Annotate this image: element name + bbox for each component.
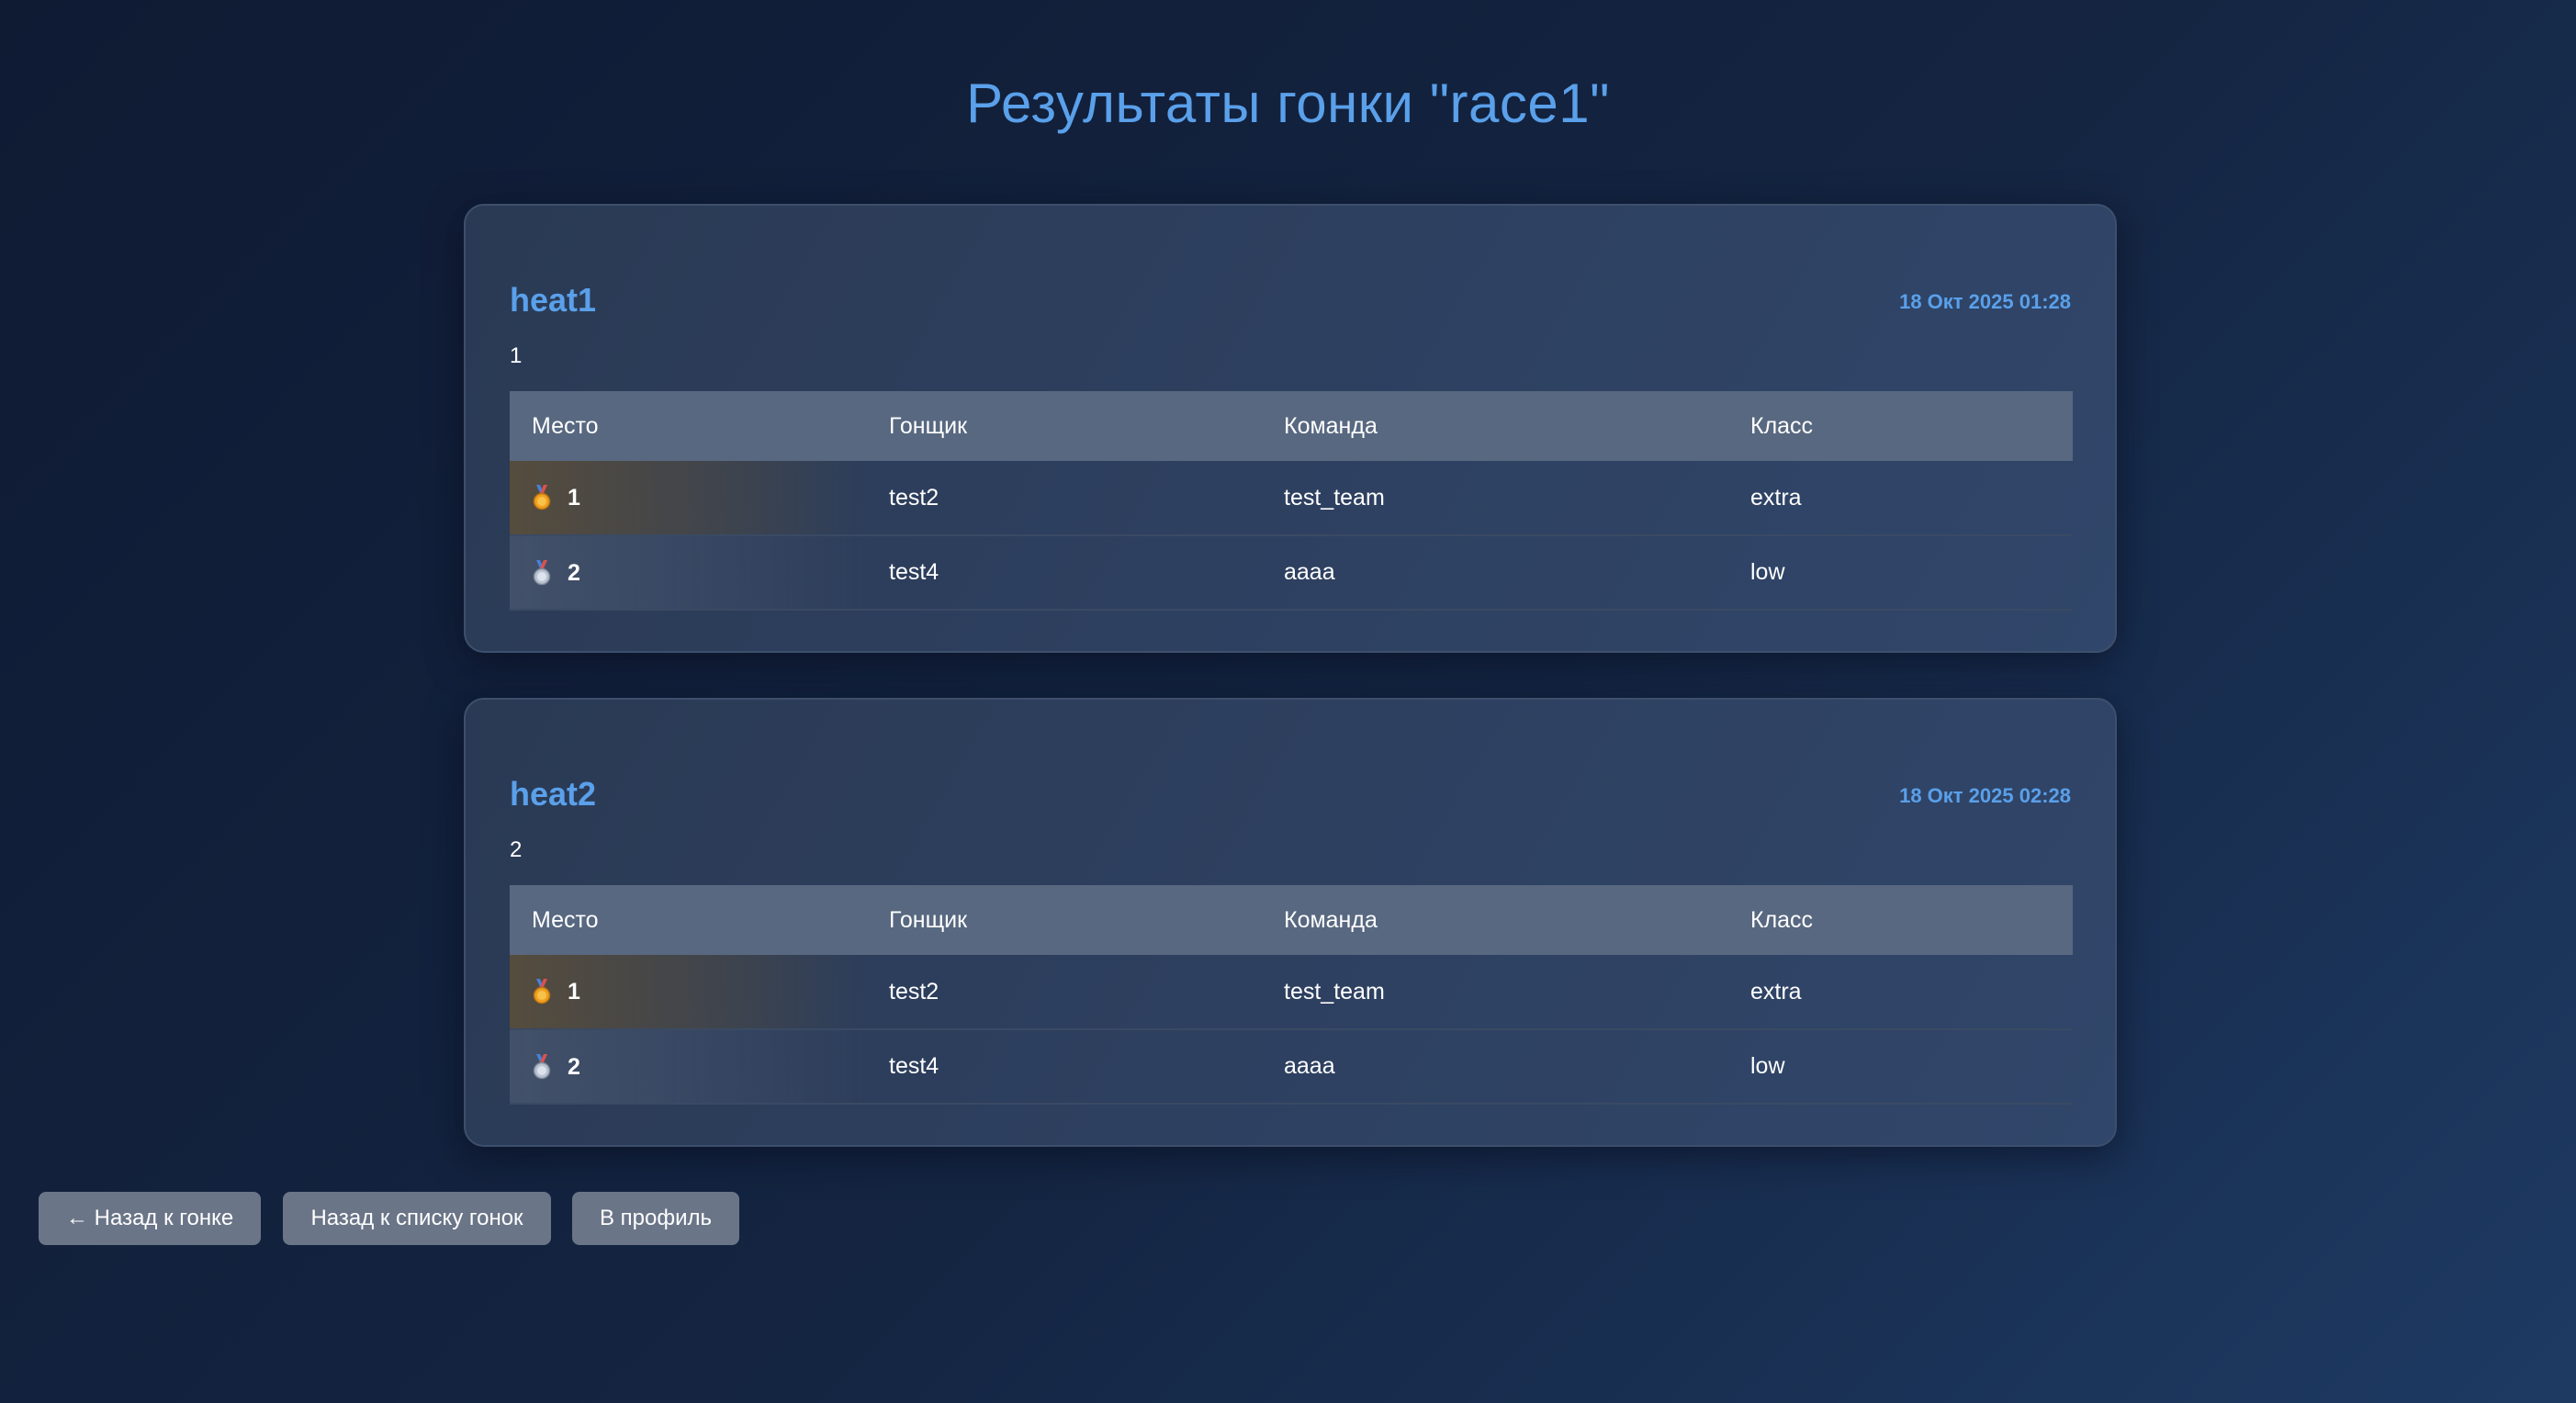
table-header-row: Место Гонщик Команда Класс bbox=[510, 391, 2073, 461]
class-cell: low bbox=[1728, 1029, 2073, 1105]
silver-medal-icon bbox=[533, 559, 551, 586]
place-number: 1 bbox=[567, 978, 580, 1005]
team-cell: aaaa bbox=[1262, 535, 1728, 611]
heat-card-heat2: heat2 18 Окт 2025 02:28 2 Место Гонщик К… bbox=[464, 698, 2117, 1147]
table-header-row: Место Гонщик Команда Класс bbox=[510, 885, 2073, 955]
column-header-class: Класс bbox=[1750, 412, 1814, 439]
back-to-race-list-button[interactable]: Назад к списку гонок bbox=[283, 1192, 551, 1245]
heat-date: 18 Окт 2025 02:28 bbox=[1899, 784, 2071, 807]
place-number: 2 bbox=[567, 559, 580, 586]
heat-date: 18 Окт 2025 01:28 bbox=[1899, 290, 2071, 313]
place-cell: 1 bbox=[510, 955, 867, 1030]
place-cell: 1 bbox=[510, 461, 867, 536]
column-header-place: Место bbox=[532, 906, 599, 933]
gold-medal-icon bbox=[533, 979, 551, 1005]
place-number: 2 bbox=[567, 1053, 580, 1080]
column-header-racer: Гонщик bbox=[889, 412, 968, 439]
team-cell: test_team bbox=[1262, 955, 1728, 1030]
heat-description: 1 bbox=[510, 343, 523, 368]
class-cell: low bbox=[1728, 535, 2073, 611]
gold-medal-icon bbox=[533, 485, 551, 511]
team-cell: aaaa bbox=[1262, 1029, 1728, 1105]
column-header-class: Класс bbox=[1750, 906, 1814, 933]
column-header-racer: Гонщик bbox=[889, 906, 968, 933]
column-header-team: Команда bbox=[1284, 412, 1378, 439]
heat-description: 2 bbox=[510, 837, 523, 862]
profile-button[interactable]: В профиль bbox=[572, 1192, 739, 1245]
class-cell: extra bbox=[1728, 955, 2073, 1030]
column-header-place: Место bbox=[532, 412, 599, 439]
table-row: 2 test4 aaaa low bbox=[510, 535, 2073, 611]
results-table: Место Гонщик Команда Класс 1 test2 test_… bbox=[510, 391, 2073, 611]
page-title: Результаты гонки "race1" bbox=[966, 73, 1610, 134]
place-cell: 2 bbox=[510, 535, 867, 611]
heat-name: heat2 bbox=[510, 775, 597, 813]
racer-cell: test4 bbox=[867, 535, 1262, 611]
back-to-race-button[interactable]: ← Назад к гонке bbox=[39, 1192, 261, 1245]
racer-cell: test4 bbox=[867, 1029, 1262, 1105]
heat-card-heat1: heat1 18 Окт 2025 01:28 1 Место Гонщик К… bbox=[464, 204, 2117, 653]
silver-medal-icon bbox=[533, 1053, 551, 1080]
table-row: 1 test2 test_team extra bbox=[510, 461, 2073, 536]
class-cell: extra bbox=[1728, 461, 2073, 536]
place-number: 1 bbox=[567, 484, 580, 511]
team-cell: test_team bbox=[1262, 461, 1728, 536]
table-row: 2 test4 aaaa low bbox=[510, 1029, 2073, 1105]
table-row: 1 test2 test_team extra bbox=[510, 955, 2073, 1030]
results-table: Место Гонщик Команда Класс 1 test2 test_… bbox=[510, 885, 2073, 1105]
heat-name: heat1 bbox=[510, 281, 597, 319]
racer-cell: test2 bbox=[867, 461, 1262, 536]
column-header-team: Команда bbox=[1284, 906, 1378, 933]
place-cell: 2 bbox=[510, 1029, 867, 1105]
racer-cell: test2 bbox=[867, 955, 1262, 1030]
